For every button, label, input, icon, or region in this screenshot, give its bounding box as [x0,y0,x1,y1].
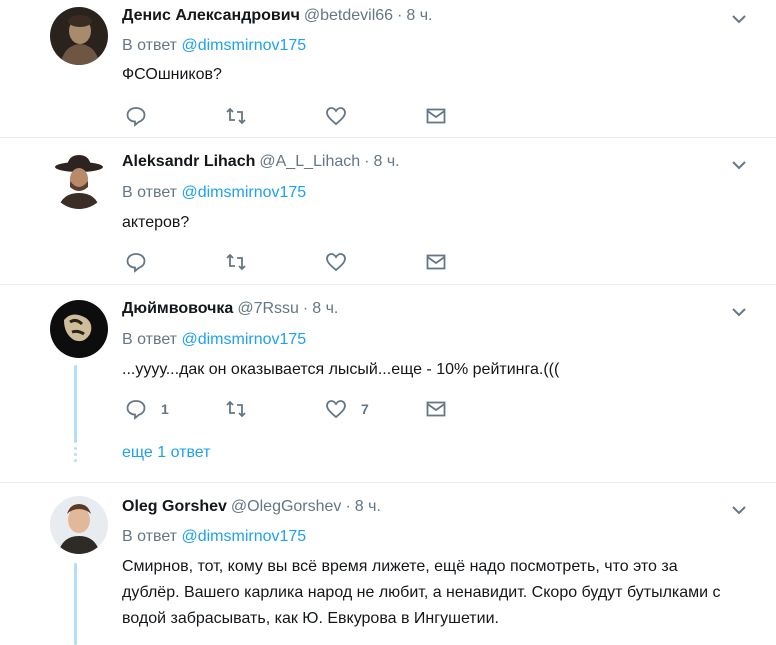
reply-prefix: В ответ [122,528,178,545]
timestamp[interactable]: 8 ч. [312,300,338,317]
chevron-down-icon[interactable] [728,301,750,323]
heart-icon [326,400,346,419]
author-name[interactable]: Денис Александрович [122,7,300,24]
author-handle[interactable]: @betdevil66 [304,7,393,24]
tweet[interactable]: Oleg Gorshev @OlegGorshev · 8 ч. В ответ @d… [0,483,776,645]
tweet-header: Денис Александрович @betdevil66 · 8 ч. [122,5,433,27]
reply-context: В ответ @dimsmirnov175 [122,526,306,548]
reply-prefix: В ответ [122,331,178,348]
message-button[interactable] [425,250,447,274]
tweet-text: актеров? [122,214,190,231]
like-button[interactable] [325,104,347,128]
reply-prefix: В ответ [122,184,178,201]
author-handle[interactable]: @7Rssu [237,300,299,317]
message-button[interactable] [425,397,447,421]
reply-count: 1 [161,401,169,417]
author-handle[interactable]: @OlegGorshev [231,498,342,515]
retweet-button[interactable] [225,104,247,128]
envelope-icon [426,108,446,124]
heart-icon [326,253,346,272]
retweet-icon [226,400,246,418]
tweet[interactable]: Дюймвовочка @7Rssu · 8 ч. В ответ @dimsmirn… [0,285,776,483]
reply-icon [126,400,146,420]
like-button[interactable] [325,250,347,274]
tweet-header: Aleksandr Lihach @A_L_Lihach · 8 ч. [122,151,400,173]
separator-dot: · [397,7,403,24]
retweet-icon [226,253,246,271]
envelope-icon [426,401,446,417]
author-name[interactable]: Oleg Gorshev [122,498,227,515]
thread-dots [74,447,77,465]
tweet-text: ...уууу...дак он оказывается лысый...еще… [122,361,560,378]
show-more-replies-link[interactable]: еще 1 ответ [122,442,210,464]
tweet-actions [122,250,462,274]
author-name[interactable]: Aleksandr Lihach [122,153,255,170]
reply-prefix: В ответ [122,37,178,54]
like-button[interactable]: 7 [325,397,369,421]
mention-link[interactable]: @dimsmirnov175 [181,37,306,54]
chevron-down-icon[interactable] [728,8,750,30]
message-button[interactable] [425,104,447,128]
separator-dot: · [302,300,309,317]
timestamp[interactable]: 8 ч. [406,7,432,24]
retweet-button[interactable] [225,397,247,421]
tweet-header: Дюймвовочка @7Rssu · 8 ч. [122,298,338,320]
avatar[interactable] [50,7,108,65]
mention-link[interactable]: @dimsmirnov175 [181,184,306,201]
reply-context: В ответ @dimsmirnov175 [122,35,306,57]
like-count: 7 [361,401,369,417]
envelope-icon [426,254,446,270]
tweet-actions [122,104,462,128]
author-handle[interactable]: @A_L_Lihach [259,153,360,170]
chevron-down-icon[interactable] [728,499,750,521]
tweet[interactable]: Денис Александрович @betdevil66 · 8 ч. В от… [0,0,776,138]
avatar[interactable] [50,151,108,209]
reply-button[interactable] [125,250,147,274]
mention-link[interactable]: @dimsmirnov175 [181,528,306,545]
separator-dot: · [364,153,370,170]
tweet-header: Oleg Gorshev @OlegGorshev · 8 ч. [122,496,381,518]
tweet[interactable]: Aleksandr Lihach @A_L_Lihach · 8 ч. В ответ… [0,138,776,285]
timestamp[interactable]: 8 ч. [355,498,381,515]
reply-context: В ответ @dimsmirnov175 [122,329,306,351]
avatar[interactable] [50,300,108,358]
retweet-icon [226,107,246,125]
reply-button[interactable]: 1 [125,397,169,421]
tweet-text: ФСОшников? [122,66,222,83]
chevron-down-icon[interactable] [728,154,750,176]
avatar[interactable] [50,496,108,554]
heart-icon [326,107,346,126]
reply-icon [126,107,146,127]
thread-line [74,563,77,645]
separator-dot: · [345,498,351,515]
retweet-button[interactable] [225,250,247,274]
reply-icon [126,253,146,273]
tweet-actions: 1 7 [122,397,462,421]
author-name[interactable]: Дюймвовочка [122,300,233,317]
timestamp[interactable]: 8 ч. [373,153,399,170]
mention-link[interactable]: @dimsmirnov175 [181,331,306,348]
reply-context: В ответ @dimsmirnov175 [122,182,306,204]
tweet-text: Смирнов, тот, кому вы всё время лижете, … [122,558,721,627]
reply-button[interactable] [125,104,147,128]
thread-line [74,365,77,443]
